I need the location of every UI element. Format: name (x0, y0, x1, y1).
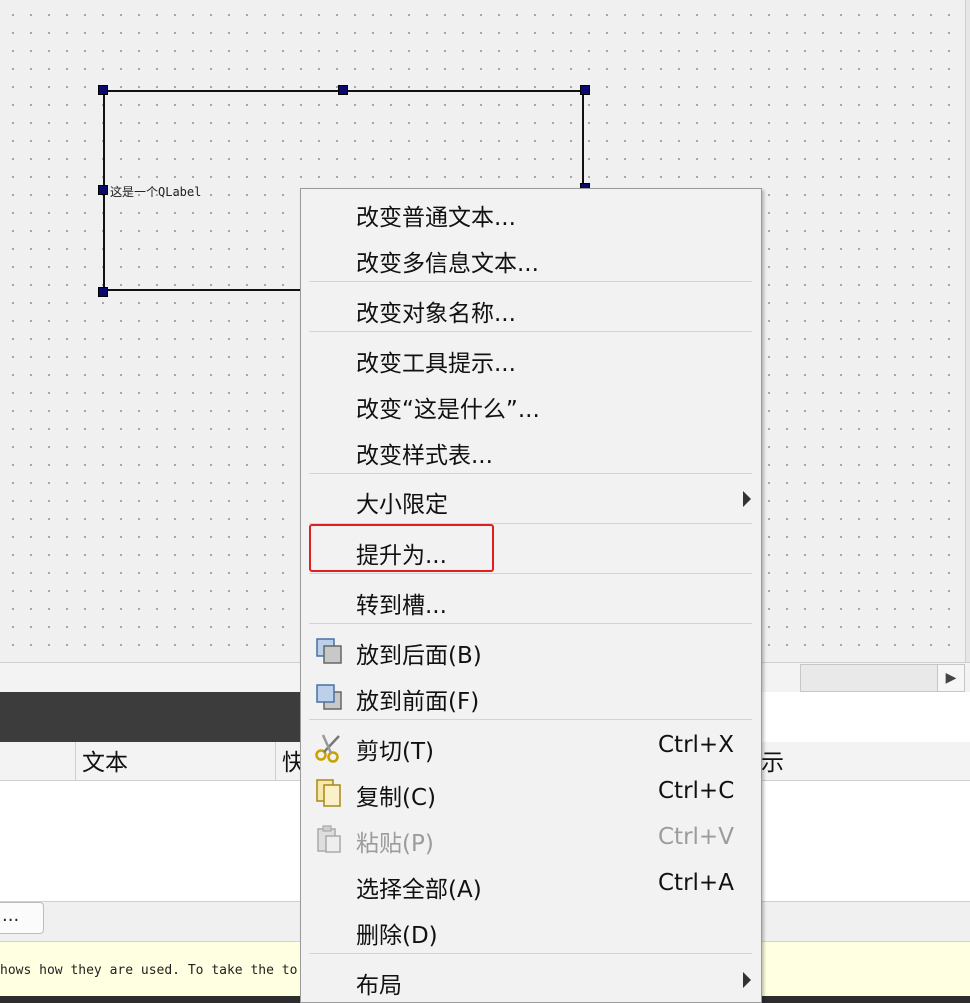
menu-item-label: 放到前面(F) (356, 689, 480, 715)
menu-item-label: 改变工具提示... (356, 351, 516, 377)
bring-to-front-icon (316, 684, 342, 710)
menu-separator (309, 473, 752, 474)
submenu-arrow-icon (743, 972, 751, 988)
scroll-right-arrow-icon[interactable]: ▶ (937, 664, 965, 692)
menu-item-change-stylesheet[interactable]: 改变样式表... (301, 429, 761, 473)
resize-handle-top-right[interactable] (580, 85, 590, 95)
menu-item-shortcut: Ctrl+C (658, 778, 735, 804)
menu-item-label: 粘贴(P) (356, 831, 434, 857)
menu-item-size-constraints[interactable]: 大小限定 (301, 478, 761, 522)
menu-separator (309, 953, 752, 954)
menu-item-label: 转到槽... (356, 593, 447, 619)
column-header-tooltip[interactable]: 示 (755, 742, 970, 780)
menu-item-change-whats-this[interactable]: 改变“这是什么”... (301, 383, 761, 427)
dock-toolbar-area (760, 692, 970, 743)
menu-item-label: 放到后面(B) (356, 643, 482, 669)
menu-item-change-rich-text[interactable]: 改变多信息文本... (301, 237, 761, 281)
paste-icon (317, 825, 341, 853)
menu-item-delete[interactable]: 删除(D) (301, 909, 761, 953)
copy-icon (316, 779, 341, 807)
menu-separator (309, 573, 752, 574)
menu-item-change-object-name[interactable]: 改变对象名称... (301, 287, 761, 331)
menu-item-label: 复制(C) (356, 785, 437, 811)
menu-item-cut[interactable]: 剪切(T) Ctrl+X (301, 725, 761, 769)
menu-item-change-plain-text[interactable]: 改变普通文本... (301, 191, 761, 235)
menu-separator (309, 623, 752, 624)
menu-item-label: 大小限定 (356, 492, 448, 518)
send-to-back-icon (316, 638, 342, 664)
menu-item-change-tooltip[interactable]: 改变工具提示... (301, 337, 761, 381)
context-menu: 改变普通文本... 改变多信息文本... 改变对象名称... 改变工具提示...… (300, 188, 762, 1003)
menu-item-label: 改变多信息文本... (356, 251, 539, 277)
column-header-text[interactable]: 文本 (75, 742, 275, 780)
resize-handle-top-left[interactable] (98, 85, 108, 95)
menu-item-select-all[interactable]: 选择全部(A) Ctrl+A (301, 863, 761, 907)
menu-item-label: 选择全部(A) (356, 877, 482, 903)
tab-more-button[interactable]: ... (0, 902, 44, 934)
menu-item-paste: 粘贴(P) Ctrl+V (301, 817, 761, 861)
menu-separator (309, 719, 752, 720)
menu-item-send-to-back[interactable]: 放到后面(B) (301, 629, 761, 673)
menu-item-label: 改变普通文本... (356, 205, 516, 231)
menu-item-shortcut: Ctrl+V (658, 824, 734, 850)
qlabel-text: 这是一个QLabel (110, 185, 202, 199)
menu-item-shortcut: Ctrl+A (658, 870, 734, 896)
resize-handle-left[interactable] (98, 185, 108, 195)
menu-item-layout[interactable]: 布局 (301, 959, 761, 1003)
menu-item-label: 剪切(T) (356, 739, 434, 765)
submenu-arrow-icon (743, 491, 751, 507)
menu-item-label: 改变“这是什么”... (356, 397, 540, 423)
vertical-scrollbar[interactable] (965, 0, 970, 662)
menu-item-bring-to-front[interactable]: 放到前面(F) (301, 675, 761, 719)
menu-item-label: 布局 (356, 973, 402, 999)
menu-item-copy[interactable]: 复制(C) Ctrl+C (301, 771, 761, 815)
scissors-icon (315, 734, 340, 763)
menu-item-go-to-slot[interactable]: 转到槽... (301, 579, 761, 623)
menu-item-label: 改变样式表... (356, 443, 493, 469)
resize-handle-bottom-left[interactable] (98, 287, 108, 297)
menu-item-label: 改变对象名称... (356, 301, 516, 327)
resize-handle-top[interactable] (338, 85, 348, 95)
menu-separator (309, 281, 752, 282)
menu-separator (309, 331, 752, 332)
menu-item-label: 删除(D) (356, 923, 438, 949)
menu-item-shortcut: Ctrl+X (658, 732, 734, 758)
horizontal-scrollbar-thumb[interactable] (800, 664, 939, 692)
highlight-annotation-box (309, 524, 494, 572)
